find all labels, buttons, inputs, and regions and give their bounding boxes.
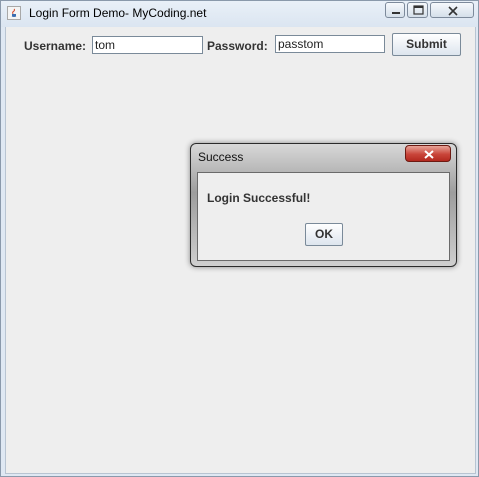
password-field[interactable]: passtom [275, 35, 385, 53]
success-dialog: Success Login Successful! OK [190, 143, 457, 267]
dialog-body: Login Successful! OK [197, 172, 450, 261]
maximize-icon[interactable] [407, 2, 428, 18]
username-field[interactable]: tom [92, 36, 203, 54]
submit-button[interactable]: Submit [392, 33, 461, 56]
minimize-icon[interactable] [385, 2, 405, 18]
window-title: Login Form Demo- MyCoding.net [29, 6, 207, 20]
password-label: Password: [207, 39, 268, 53]
dialog-close-icon[interactable] [405, 145, 451, 162]
window-titlebar[interactable]: Login Form Demo- MyCoding.net [1, 1, 478, 27]
close-icon[interactable] [430, 2, 474, 18]
username-label: Username: [24, 39, 87, 53]
ok-button[interactable]: OK [305, 223, 343, 246]
java-app-icon [7, 6, 21, 20]
dialog-title: Success [198, 150, 244, 164]
dialog-message: Login Successful! [207, 191, 311, 205]
